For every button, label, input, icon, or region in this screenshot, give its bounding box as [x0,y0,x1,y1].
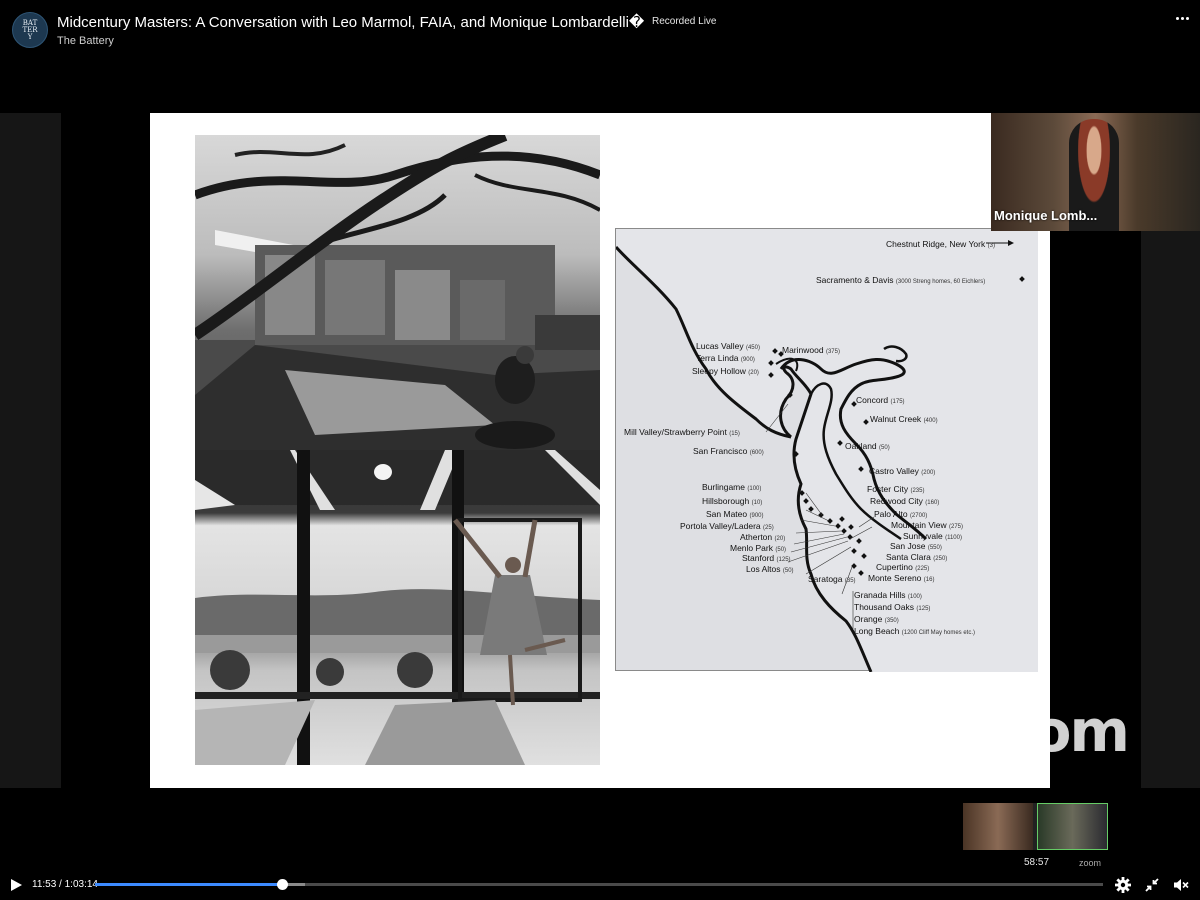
house-photo-exterior [195,135,600,450]
progress-bar[interactable] [95,879,1103,890]
more-horizontal-icon[interactable] [1170,8,1194,28]
map-label: Terra Linda (900) [696,353,755,363]
shared-slide: Chestnut Ridge, New York (3) Sacramento … [150,113,1050,788]
video-side-panel-left [0,113,61,788]
video-title[interactable]: Midcentury Masters: A Conversation with … [57,13,644,31]
map-label: Orange (350) [854,614,899,624]
map-label: Thousand Oaks (125) [854,602,931,612]
play-icon[interactable] [9,878,23,892]
volume-muted-icon[interactable] [1172,876,1190,894]
map-label: Lucas Valley (450) [696,341,760,351]
house-photo-interior [195,450,600,765]
map-label: Los Altos (50) [746,564,794,574]
gallery-zoom-label: zoom [1079,858,1102,868]
progress-scrubber[interactable] [277,879,289,890]
channel-avatar[interactable]: BAT TER Y [12,12,48,48]
recorded-live-badge: Recorded Live [652,16,717,27]
participant-thumbnail[interactable] [963,803,1033,850]
progress-fill [95,883,283,886]
map-label: Sacramento & Davis (3000 Streng homes, 6… [816,275,986,285]
gallery-time: 58:57 [1024,857,1050,868]
map-label: San Francisco (600) [693,446,764,456]
map-label: Foster City (235) [867,484,925,494]
gear-icon[interactable] [1114,876,1132,894]
map-label: Sleepy Hollow (20) [692,366,759,376]
map-label: San Mateo (900) [706,509,764,519]
map-label: Saratoga (35) [808,574,856,584]
map-label: Oakland (50) [845,441,890,451]
map-label: Redwood City (160) [870,496,940,506]
speaker-name: Monique Lomb... [994,208,1098,223]
zoom-watermark: zoom [962,697,1130,765]
map-label: Long Beach (1200 Cliff May homes etc.) [854,626,976,636]
map-label: Walnut Creek (400) [870,414,938,424]
map-label: Castro Valley (200) [869,466,936,476]
map-label: Mill Valley/Strawberry Point (15) [624,427,740,437]
active-speaker-tile[interactable]: Monique Lomb... [991,113,1200,231]
title-bar: BAT TER Y Midcentury Masters: A Conversa… [0,0,1200,64]
time-readout: 11:53 / 1:03:14 [32,879,98,890]
participant-thumbnail[interactable] [1037,803,1108,850]
map-label: Concord (175) [856,395,905,405]
collapse-icon[interactable] [1143,876,1161,894]
map-label: Burlingame (100) [702,482,762,492]
channel-name[interactable]: The Battery [57,35,114,47]
avatar-line: Y [27,32,33,41]
gallery-thumbnails [963,803,1108,850]
map-label: Hillsborough (10) [702,496,763,506]
map-label: Marinwood (375) [782,345,840,355]
map-label: Granada Hills (100) [854,590,922,600]
map-label: Monte Sereno (16) [868,573,935,583]
eichler-locations-map: Chestnut Ridge, New York (3) Sacramento … [615,228,1038,672]
player-controls: 11:53 / 1:03:14 [0,870,1200,900]
map-label: Chestnut Ridge, New York (3) [886,239,995,249]
